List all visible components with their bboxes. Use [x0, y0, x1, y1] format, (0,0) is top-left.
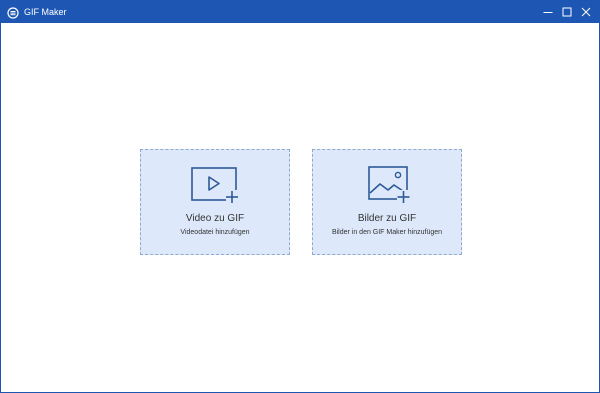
title-bar[interactable]: GIF Maker [1, 1, 599, 23]
window-title: GIF Maker [24, 7, 67, 17]
main-content: Video zu GIF Videodatei hinzufügen Bilde… [1, 23, 599, 392]
maximize-icon [562, 7, 572, 17]
app-window: GIF Maker Video zu GIF Videodatei hinzuf… [0, 0, 600, 393]
gif-maker-logo-icon [7, 6, 19, 19]
images-card-subtitle: Bilder in den GIF Maker hinzufügen [331, 229, 443, 236]
video-card-title: Video zu GIF [185, 213, 245, 224]
video-to-gif-card[interactable]: Video zu GIF Videodatei hinzufügen [140, 149, 290, 255]
video-add-icon [191, 166, 239, 204]
close-button[interactable] [575, 1, 597, 23]
image-add-icon [363, 166, 411, 204]
images-card-title: Bilder zu GIF [357, 213, 417, 224]
minimize-icon [543, 7, 553, 17]
close-icon [581, 7, 591, 17]
images-to-gif-card[interactable]: Bilder zu GIF Bilder in den GIF Maker hi… [312, 149, 462, 255]
video-card-subtitle: Videodatei hinzufügen [180, 229, 250, 236]
